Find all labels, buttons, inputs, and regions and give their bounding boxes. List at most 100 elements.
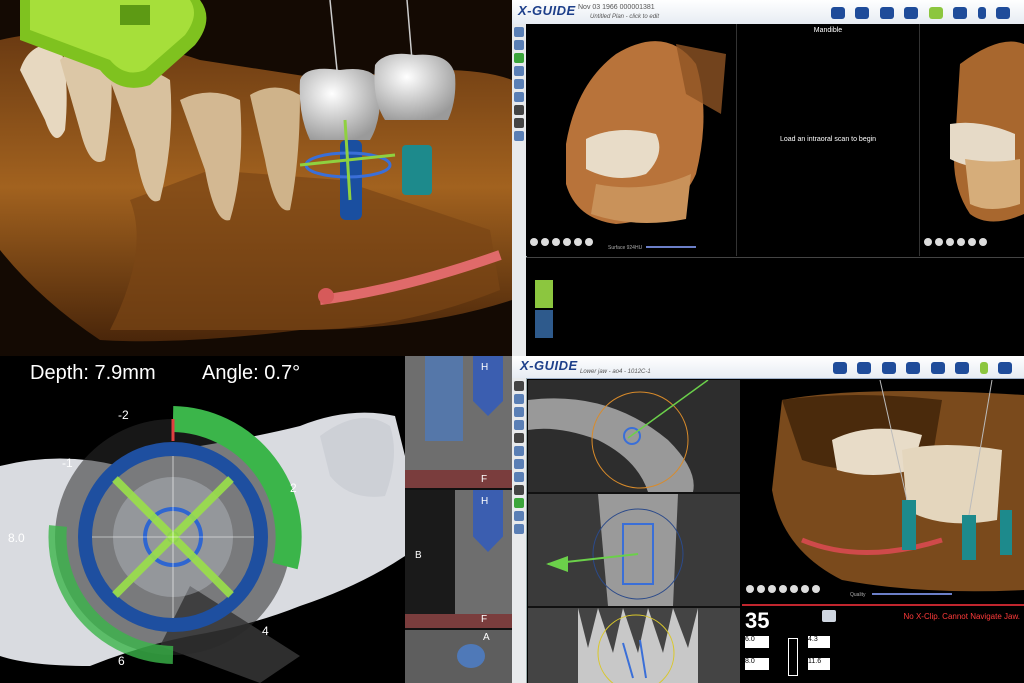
dial-label-lower: 4 (262, 624, 269, 638)
tool-ruler-icon[interactable] (514, 446, 524, 456)
viewport-mandible-center[interactable]: Mandible Load an intraoral scan to begin (737, 24, 920, 256)
xguide-planning-window: X-GUIDE Nov 03 1966 000001381 Untitled P… (512, 0, 1024, 356)
xclip-warning: No X-Clip. Cannot Navigate Jaw. (903, 612, 1021, 621)
ct-pano-view[interactable] (528, 608, 740, 683)
tool-target-icon[interactable] (514, 472, 524, 482)
field-width[interactable]: 4.3 (808, 636, 830, 648)
swatch-green[interactable] (535, 280, 553, 308)
intraoral-scan-message: Load an intraoral scan to begin (779, 136, 877, 143)
patients-icon[interactable] (832, 362, 847, 374)
slice-view-1[interactable]: H F (405, 356, 512, 490)
skull-render-right (950, 41, 1024, 222)
app-header: X-GUIDE Nov 03 1966 000001381 Untitled P… (512, 0, 1024, 25)
tool-brush-icon[interactable] (514, 118, 524, 128)
implant-3d-render (772, 380, 1024, 592)
tool-stack-icon[interactable] (514, 79, 524, 89)
view-presets-3d[interactable] (746, 580, 823, 598)
guide-icon[interactable] (928, 7, 943, 19)
shield-icon[interactable] (955, 362, 970, 374)
tool-person-icon[interactable] (514, 40, 524, 50)
header-toolbar-2 (832, 361, 1018, 379)
ct-pano-render (528, 608, 740, 683)
tool-eraser-icon[interactable] (514, 485, 524, 495)
tool-tooth-icon[interactable] (514, 511, 524, 521)
dial-label-left: 8.0 (8, 531, 25, 545)
tool-measure-icon[interactable] (514, 92, 524, 102)
patients-icon[interactable] (830, 7, 845, 19)
slice-view-2[interactable]: B H F (405, 490, 512, 630)
ct-axial-render (528, 380, 740, 492)
implant-schematic (788, 638, 798, 676)
dial-label-bottom: 6 (118, 654, 125, 668)
tool-stack-icon[interactable] (514, 524, 524, 534)
tool-curve-icon[interactable] (514, 498, 524, 508)
implant-settings-panel: 35 No X-Clip. Cannot Navigate Jaw. 6.0 8… (742, 604, 1024, 683)
dial-label-upper-left: -1 (62, 456, 73, 470)
left-toolbar (512, 24, 527, 356)
implant-icon[interactable] (977, 7, 986, 19)
home-icon[interactable] (857, 362, 872, 374)
slice-label-h1: H (481, 362, 489, 373)
surface-slider[interactable] (646, 246, 696, 248)
plan-name-2[interactable]: Lower jaw - ao4 - 1012C-1 (580, 369, 651, 375)
settings-icon[interactable] (998, 362, 1012, 374)
shield-icon[interactable] (953, 7, 968, 19)
view-presets-left[interactable] (530, 233, 596, 251)
render-3d-jaw-view (0, 0, 512, 356)
implant-panel (526, 257, 1024, 356)
slice-label-f1: F (481, 474, 488, 485)
settings-icon[interactable] (996, 7, 1010, 19)
xguide-logo: X-GUIDE (518, 3, 576, 18)
guide-icon[interactable] (930, 362, 945, 374)
tool-download-icon[interactable] (514, 27, 524, 37)
arch-icon[interactable] (879, 7, 894, 19)
slice-view-3[interactable]: A (405, 630, 512, 683)
viewport-skull-right[interactable] (920, 24, 1024, 256)
view-presets-right[interactable] (924, 233, 990, 251)
quality-slider[interactable] (872, 593, 952, 595)
slice-label-a: A (483, 632, 490, 643)
tool-curve-icon[interactable] (514, 53, 524, 63)
tool-implant-icon[interactable] (514, 420, 524, 430)
slice-label-h2: H (481, 496, 489, 507)
skull-render-left (566, 41, 726, 225)
field-height[interactable]: 11.6 (808, 658, 830, 670)
xguide-logo-2: X-GUIDE (520, 358, 578, 373)
tool-person-icon[interactable] (514, 394, 524, 404)
ct-axial-view[interactable] (528, 380, 740, 494)
field-diameter[interactable]: 6.0 (745, 636, 769, 648)
angle-readout: Angle: 0.7° (202, 362, 301, 384)
surface-slider-label: Surface 924HU (608, 245, 643, 251)
header-toolbar (830, 6, 1016, 24)
nerve-icon[interactable] (904, 7, 919, 19)
dial-label-top: -2 (118, 408, 129, 422)
tool-camera-icon[interactable] (514, 131, 524, 141)
refresh-icon[interactable] (822, 610, 836, 622)
drill-icon[interactable] (979, 362, 988, 374)
tool-pencil-icon[interactable] (514, 433, 524, 443)
dial-label-right: 2 (290, 481, 297, 495)
tool-lock-icon[interactable] (514, 459, 524, 469)
tool-layers-icon[interactable] (514, 407, 524, 417)
tool-shape-icon[interactable] (514, 66, 524, 76)
tool-pin-icon[interactable] (514, 105, 524, 115)
slice-label-f2: F (481, 614, 488, 625)
render-3d-implants[interactable]: Quality (742, 380, 1024, 602)
viewport-skull-left[interactable]: Surface 924HU (526, 24, 737, 256)
left-toolbar-2 (512, 378, 527, 683)
quality-slider-label: Quality (850, 592, 866, 598)
swatch-blue[interactable] (535, 310, 553, 338)
ct-cross-render (528, 494, 740, 606)
app-header-2: X-GUIDE Lower jaw - ao4 - 1012C-1 (512, 356, 1024, 379)
dial-render (0, 406, 405, 683)
tool-undo-icon[interactable] (514, 381, 524, 391)
nerve-icon[interactable] (906, 362, 921, 374)
home-icon[interactable] (855, 7, 870, 19)
xguide-navigation-window: X-GUIDE Lower jaw - ao4 - 1012C-1 Qualit… (512, 356, 1024, 683)
ct-cross-view[interactable] (528, 494, 740, 608)
arch-icon[interactable] (881, 362, 896, 374)
plan-name[interactable]: Untitled Plan - click to edit (590, 14, 659, 20)
jaw-render (0, 0, 512, 356)
field-length[interactable]: 8.0 (745, 658, 769, 670)
slice-column: H F B H F A (405, 356, 512, 683)
